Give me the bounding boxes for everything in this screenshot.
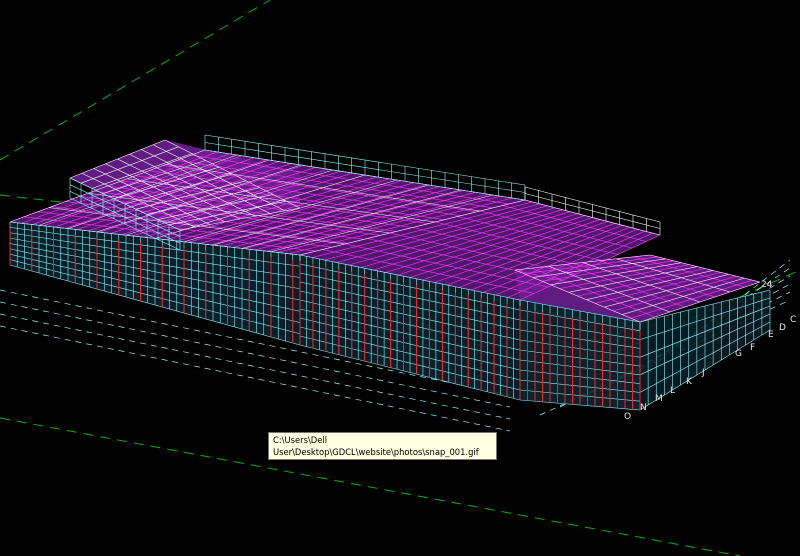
axis-label-l: L [670, 386, 675, 396]
axis-label-j: J [701, 368, 705, 378]
file-path-tooltip: C:\Users\Dell User\Desktop\GDCL\website\… [268, 432, 497, 460]
tooltip-line-2: User\Desktop\GDCL\website\photos\snap_00… [273, 447, 479, 457]
axis-label-d: D [779, 323, 786, 333]
cad-3d-viewport[interactable]: 24 E D C G F J K L M N O C:\Users\Dell U… [0, 0, 800, 556]
axis-label-n: N [640, 403, 647, 413]
axis-label-e: E [768, 330, 774, 340]
axis-label-c: C [790, 315, 796, 325]
structural-wireframe-model[interactable]: 24 E D C G F J K L M N O [0, 0, 800, 556]
axis-label-f: F [750, 343, 755, 353]
grid-line-top [0, 0, 271, 161]
axis-label-24: 24 [761, 280, 773, 290]
axis-label-o: O [624, 412, 631, 422]
tooltip-line-1: C:\Users\Dell [273, 435, 328, 445]
axis-label-k: K [686, 377, 693, 387]
axis-label-m: M [655, 394, 663, 404]
axis-label-g: G [735, 349, 742, 359]
